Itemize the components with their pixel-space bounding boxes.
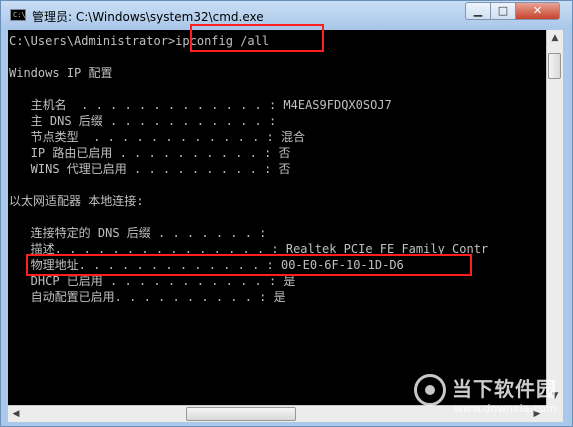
console-line: 主机名 . . . . . . . . . . . . . : M4EAS9FD… — [9, 98, 392, 112]
window-title: 管理员: C:\Windows\system32\cmd.exe — [32, 10, 264, 24]
downxia-logo-icon — [414, 374, 446, 406]
console-line: 主 DNS 后缀 . . . . . . . . . . . : — [9, 114, 277, 128]
console-line: WINS 代理已启用 . . . . . . . . . : 否 — [9, 162, 291, 176]
minimize-button[interactable]: ▁ — [465, 2, 491, 20]
scroll-left-icon[interactable]: ◀ — [8, 406, 24, 422]
console-line: 以太网适配器 本地连接: — [9, 194, 144, 208]
close-button[interactable]: ✕ — [515, 2, 560, 20]
console-line: Windows IP 配置 — [9, 66, 113, 80]
console-line: 节点类型 . . . . . . . . . . . . : 混合 — [9, 130, 305, 144]
cmd-app-icon[interactable]: C:\ — [10, 9, 26, 21]
watermark: 当下软件园 www.downxia.com — [414, 372, 564, 422]
console-line: IP 路由已启用 . . . . . . . . . . : 否 — [9, 146, 291, 160]
command-highlight-box — [190, 24, 324, 52]
horizontal-scroll-thumb[interactable] — [186, 407, 296, 421]
maximize-button[interactable]: □ — [490, 2, 516, 20]
watermark-url: www.downxia.com — [454, 402, 557, 415]
mac-address-highlight-box — [26, 254, 472, 276]
console-line: 连接特定的 DNS 后缀 . . . . . . . : — [9, 226, 267, 240]
console-output[interactable]: C:\Users\Administrator>ipconfig /all Win… — [8, 30, 546, 405]
scroll-up-icon[interactable]: ▲ — [547, 30, 563, 46]
vertical-scroll-thumb[interactable] — [548, 53, 561, 79]
console-line: 自动配置已启用. . . . . . . . . . : 是 — [9, 290, 286, 304]
vertical-scrollbar[interactable]: ▲ ▼ — [546, 30, 563, 405]
watermark-brand: 当下软件园 — [452, 377, 557, 401]
